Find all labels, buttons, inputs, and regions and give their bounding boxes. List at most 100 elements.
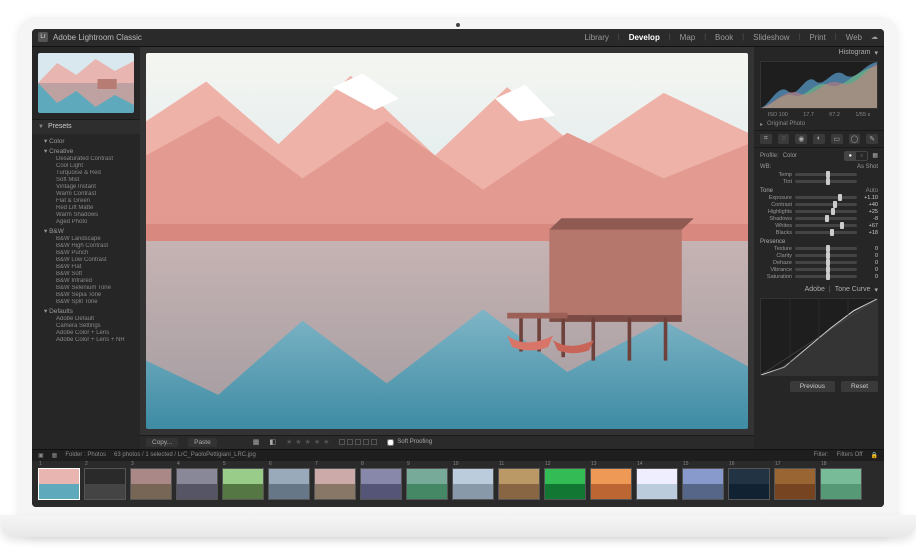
- filmstrip-thumb[interactable]: 6: [268, 468, 310, 500]
- preset-item[interactable]: Soft Mist: [32, 177, 140, 184]
- slider-dehaze[interactable]: Dehaze0: [760, 260, 878, 266]
- color-labels[interactable]: [339, 439, 377, 445]
- slider-highlights[interactable]: Highlights+25: [760, 209, 878, 215]
- copy-button[interactable]: Copy...: [146, 438, 178, 447]
- crop-tool-icon[interactable]: ⌗: [760, 134, 772, 144]
- slider-temp[interactable]: Temp: [760, 172, 878, 178]
- tone-curve-title[interactable]: Adobe|Tone Curve▾: [754, 284, 884, 296]
- preset-item[interactable]: B&W Flat: [32, 264, 140, 271]
- slider-texture[interactable]: Texture0: [760, 246, 878, 252]
- histogram-title[interactable]: Histogram▾: [754, 47, 884, 59]
- slider-shadows[interactable]: Shadows-8: [760, 216, 878, 222]
- preset-item[interactable]: Desaturated Contrast: [32, 156, 140, 163]
- original-photo-row[interactable]: ▸Original Photo: [754, 119, 884, 130]
- preset-item[interactable]: B&W Landscape: [32, 236, 140, 243]
- folder-path[interactable]: Folder : Photos: [65, 452, 106, 458]
- soft-proofing-toggle[interactable]: Soft Proofing: [387, 439, 432, 446]
- filmstrip-thumb[interactable]: 5: [222, 468, 264, 500]
- filmstrip-thumb[interactable]: 11: [498, 468, 540, 500]
- preset-item[interactable]: Camera Settings: [32, 323, 140, 330]
- filmstrip-thumb[interactable]: 16: [728, 468, 770, 500]
- slider-saturation[interactable]: Saturation0: [760, 274, 878, 280]
- preset-item[interactable]: Flat & Green: [32, 198, 140, 205]
- wb-value[interactable]: As Shot: [857, 164, 878, 170]
- before-after-icon[interactable]: ◧: [269, 438, 276, 446]
- slider-blacks[interactable]: Blacks+18: [760, 230, 878, 236]
- filter-lock-icon[interactable]: 🔒: [871, 452, 878, 459]
- module-map[interactable]: Map: [680, 33, 696, 42]
- paste-button[interactable]: Paste: [188, 438, 217, 447]
- filmstrip-thumb[interactable]: 17: [774, 468, 816, 500]
- preset-item[interactable]: B&W Soft: [32, 271, 140, 278]
- filmstrip[interactable]: 123456789101112131415161718: [32, 461, 884, 507]
- slider-tint[interactable]: Tint: [760, 179, 878, 185]
- second-window-icon[interactable]: ▣: [38, 452, 44, 459]
- filmstrip-thumb[interactable]: 8: [360, 468, 402, 500]
- spot-tool-icon[interactable]: ◌: [778, 134, 790, 144]
- filmstrip-thumb[interactable]: 9: [406, 468, 448, 500]
- module-library[interactable]: Library: [584, 33, 608, 42]
- filmstrip-thumb[interactable]: 10: [452, 468, 494, 500]
- preset-group[interactable]: ▾ B&W: [32, 226, 140, 236]
- filmstrip-thumb[interactable]: 13: [590, 468, 632, 500]
- module-print[interactable]: Print: [809, 33, 825, 42]
- previous-button[interactable]: Previous: [790, 381, 835, 392]
- radial-tool-icon[interactable]: ◯: [849, 134, 861, 144]
- preset-item[interactable]: B&W Split Tone: [32, 299, 140, 306]
- mask-tool-icon[interactable]: ◐: [813, 134, 825, 144]
- histogram[interactable]: [760, 61, 878, 109]
- preset-item[interactable]: Turquoise & Red: [32, 170, 140, 177]
- treatment-segment[interactable]: ●○: [844, 151, 869, 161]
- preset-item[interactable]: B&W Sepia Tone: [32, 292, 140, 299]
- preset-item[interactable]: B&W Low Contrast: [32, 257, 140, 264]
- preset-item[interactable]: B&W Selenium Tone: [32, 285, 140, 292]
- preset-item[interactable]: Adobe Color + Lens: [32, 330, 140, 337]
- slider-contrast[interactable]: Contrast+40: [760, 202, 878, 208]
- preset-group[interactable]: ▾ Defaults: [32, 306, 140, 316]
- main-preview[interactable]: [146, 53, 748, 429]
- slider-whites[interactable]: Whites+67: [760, 223, 878, 229]
- preset-group[interactable]: ▾ Creative: [32, 146, 140, 156]
- module-develop[interactable]: Develop: [629, 33, 660, 42]
- presets-panel-title[interactable]: ▼Presets: [32, 120, 140, 134]
- slider-vibrance[interactable]: Vibrance0: [760, 267, 878, 273]
- gradient-tool-icon[interactable]: ▭: [831, 134, 843, 144]
- loupe-view-icon[interactable]: ▦: [253, 438, 260, 446]
- slider-clarity[interactable]: Clarity0: [760, 253, 878, 259]
- brush-tool-icon[interactable]: ✎: [866, 134, 878, 144]
- cloud-sync-icon[interactable]: ☁: [871, 33, 878, 41]
- tone-curve[interactable]: [760, 298, 878, 376]
- preset-item[interactable]: Vintage Instant: [32, 184, 140, 191]
- filmstrip-thumb[interactable]: 14: [636, 468, 678, 500]
- preset-item[interactable]: B&W High Contrast: [32, 243, 140, 250]
- module-web[interactable]: Web: [846, 33, 862, 42]
- filmstrip-thumb[interactable]: 3: [130, 468, 172, 500]
- profile-value[interactable]: Color: [783, 153, 797, 159]
- preset-item[interactable]: Cool Light: [32, 163, 140, 170]
- module-slideshow[interactable]: Slideshow: [753, 33, 789, 42]
- preset-group[interactable]: ▾ Color: [32, 136, 140, 146]
- filmstrip-thumb[interactable]: 12: [544, 468, 586, 500]
- preset-item[interactable]: B&W Punch: [32, 250, 140, 257]
- filmstrip-thumb[interactable]: 1: [38, 468, 80, 500]
- filmstrip-thumb[interactable]: 7: [314, 468, 356, 500]
- profile-browser-icon[interactable]: ▦: [872, 152, 878, 159]
- preset-item[interactable]: Red Lift Matte: [32, 205, 140, 212]
- preset-item[interactable]: Aged Photo: [32, 219, 140, 226]
- filmstrip-thumb[interactable]: 18: [820, 468, 862, 500]
- redeye-tool-icon[interactable]: ◉: [795, 134, 807, 144]
- navigator-thumbnail[interactable]: [38, 53, 134, 113]
- module-book[interactable]: Book: [715, 33, 733, 42]
- grid-icon[interactable]: ▦: [52, 452, 58, 459]
- filmstrip-thumb[interactable]: 15: [682, 468, 724, 500]
- slider-exposure[interactable]: Exposure+1.10: [760, 195, 878, 201]
- reset-button[interactable]: Reset: [841, 381, 878, 392]
- filmstrip-thumb[interactable]: 4: [176, 468, 218, 500]
- filters-off[interactable]: Filters Off: [837, 452, 863, 459]
- rating-stars[interactable]: ★★★★★: [286, 438, 329, 446]
- preset-item[interactable]: B&W Infrared: [32, 278, 140, 285]
- preset-item[interactable]: Adobe Default: [32, 316, 140, 323]
- preset-item[interactable]: Warm Contrast: [32, 191, 140, 198]
- auto-button[interactable]: Auto: [866, 188, 878, 194]
- preset-item[interactable]: Adobe Color + Lens + NR: [32, 337, 140, 344]
